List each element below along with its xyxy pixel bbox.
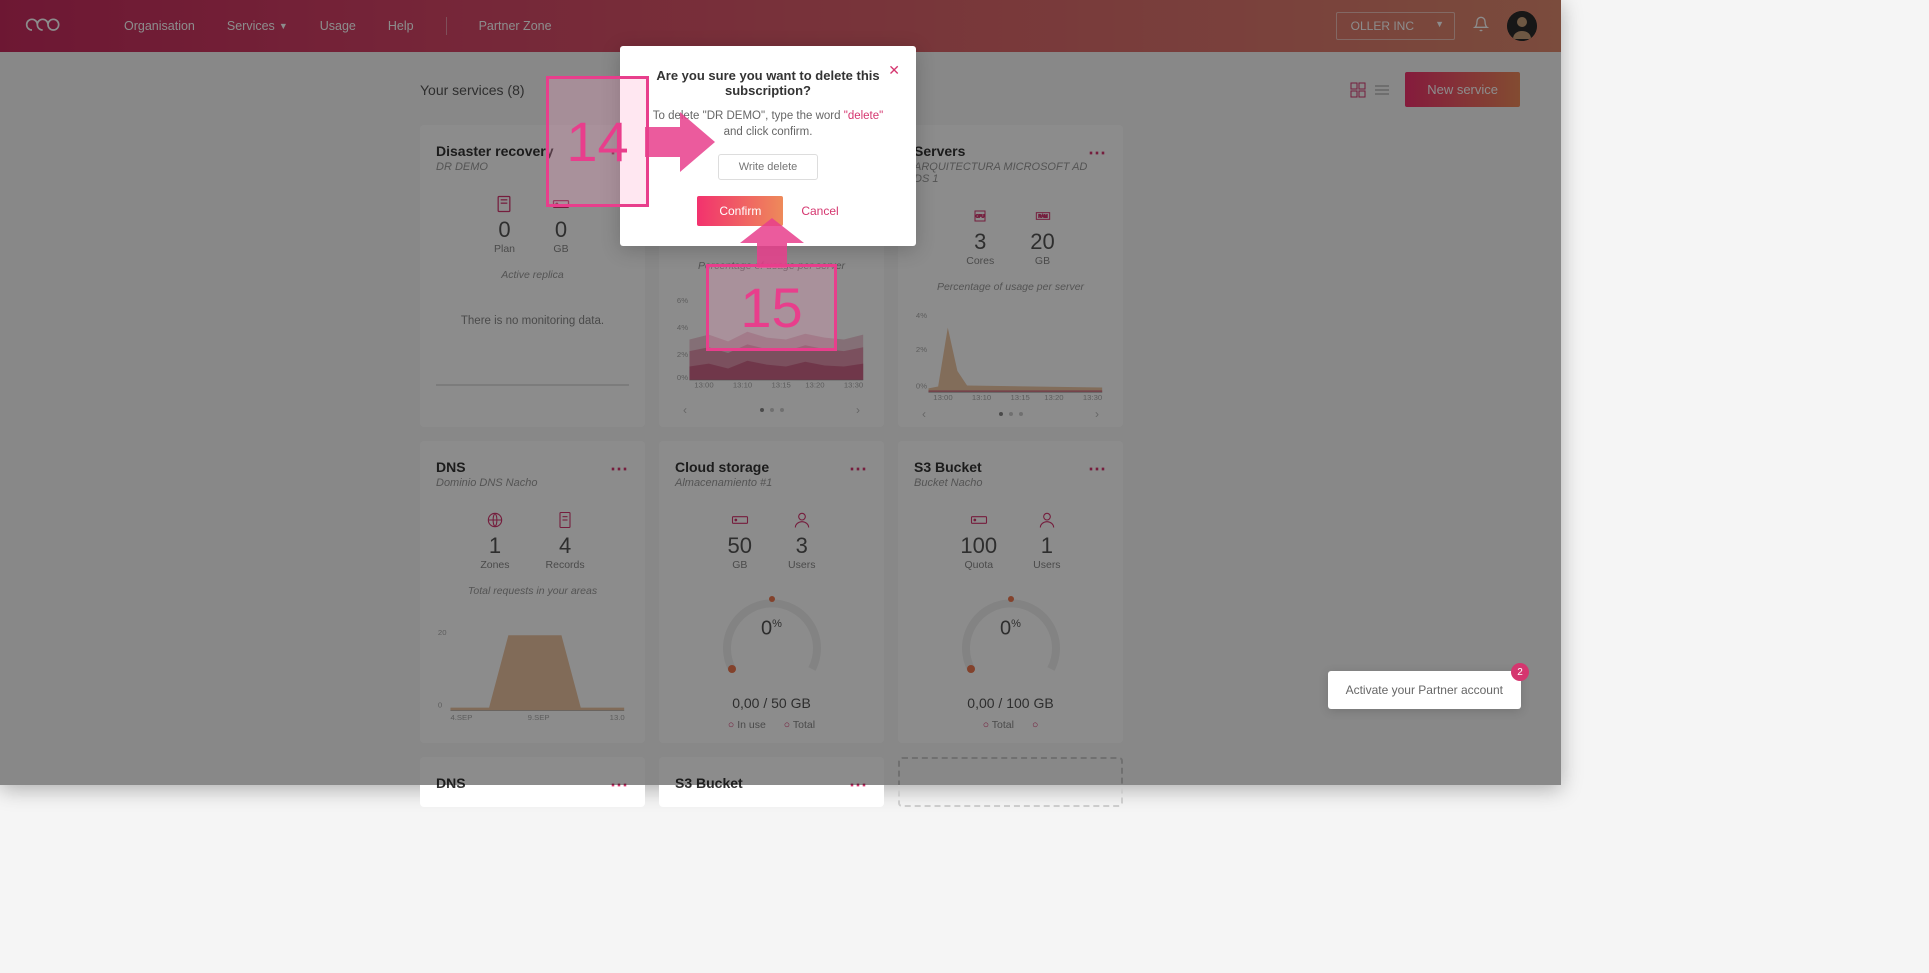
modal-text: To delete "DR DEMO", type the word "dele… <box>644 108 892 140</box>
cancel-button[interactable]: Cancel <box>801 204 838 218</box>
modal-title: Are you sure you want to delete this sub… <box>644 68 892 98</box>
toast-badge: 2 <box>1511 663 1529 681</box>
confirm-button[interactable]: Confirm <box>697 196 783 226</box>
delete-confirm-modal: ✕ Are you sure you want to delete this s… <box>620 46 916 246</box>
toast-partner[interactable]: Activate your Partner account 2 <box>1328 671 1521 709</box>
delete-confirm-input[interactable] <box>718 154 818 180</box>
close-icon[interactable]: ✕ <box>888 62 900 79</box>
